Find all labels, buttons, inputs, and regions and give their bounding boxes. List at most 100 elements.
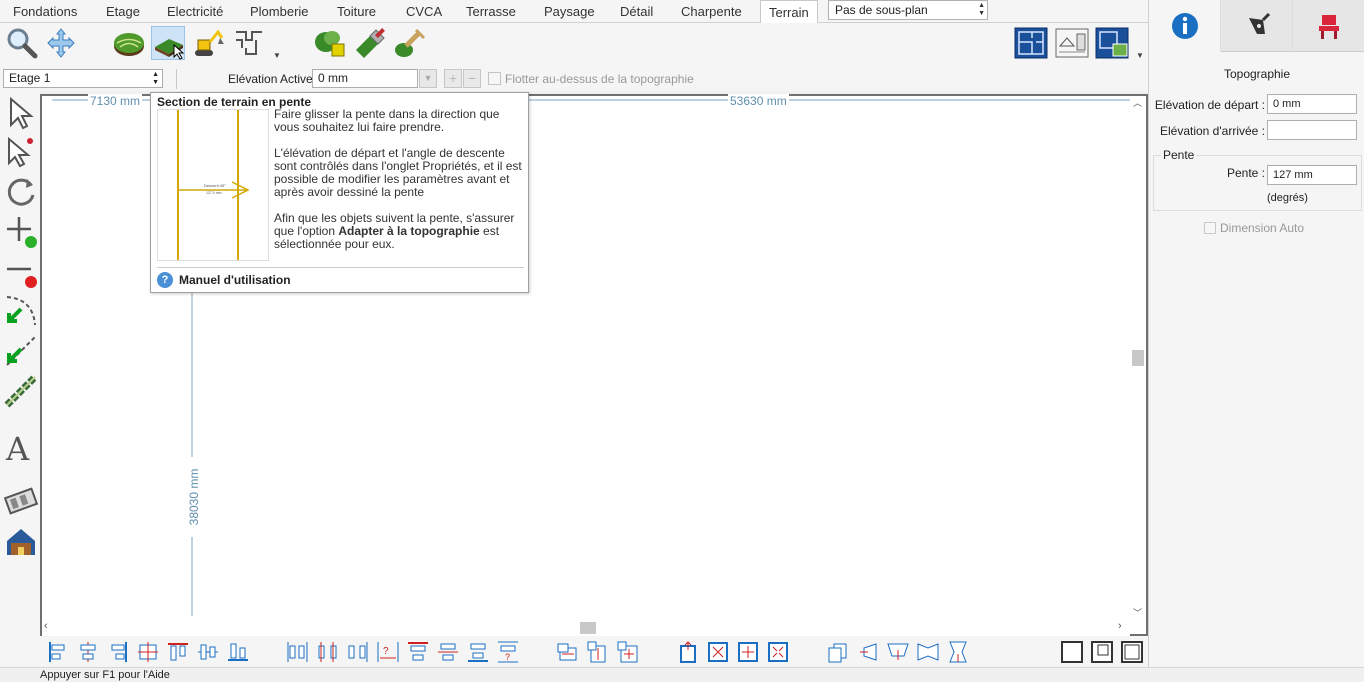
resize-v-icon[interactable] — [676, 640, 700, 664]
chevron-down-icon[interactable]: ▼ — [273, 51, 281, 60]
tab-detail[interactable]: Détail — [620, 0, 653, 23]
align-bottom-icon[interactable] — [226, 640, 250, 664]
auto-dimension-label: Dimension Auto — [1220, 221, 1305, 235]
film-icon[interactable] — [3, 483, 39, 519]
help-icon[interactable]: ? — [157, 272, 173, 288]
level-select[interactable]: Etage 1 ▲ ▼ — [3, 69, 163, 88]
preview-label: Descent 45° — [204, 183, 226, 188]
size-both-icon[interactable] — [616, 640, 640, 664]
distribute-h-icon[interactable] — [286, 640, 310, 664]
center-x-icon[interactable] — [706, 640, 730, 664]
svg-text:A: A — [5, 430, 30, 465]
mirror-h-icon[interactable] — [916, 640, 940, 664]
excavator-icon[interactable] — [191, 26, 225, 60]
slope-unit: (degrés) — [1267, 192, 1308, 204]
zoom-icon[interactable] — [4, 26, 38, 60]
end-elevation-input[interactable] — [1267, 120, 1357, 140]
align-top-edge-icon[interactable] — [406, 640, 430, 664]
elevation-dropdown-icon[interactable]: ▼ — [419, 69, 437, 88]
align-center-icon[interactable] — [76, 640, 100, 664]
chain-icon[interactable] — [3, 373, 39, 409]
tooltip-emphasis: Adapter à la topographie — [338, 224, 480, 238]
help-manual-link[interactable]: Manuel d'utilisation — [179, 273, 291, 287]
dimension-label: 7130 mm — [88, 94, 143, 108]
align-mid-edge-icon[interactable] — [436, 640, 460, 664]
path-icon[interactable] — [232, 26, 266, 60]
align-top-icon[interactable] — [166, 640, 190, 664]
tab-info[interactable] — [1149, 0, 1221, 52]
slope-label: Pente : — [1226, 166, 1265, 180]
vertical-scroll-thumb[interactable] — [1132, 350, 1144, 366]
auto-dimension-checkbox[interactable] — [1204, 222, 1216, 234]
elevation-plus-button[interactable]: + — [444, 69, 462, 88]
mirror-left-icon[interactable] — [856, 640, 880, 664]
slope-input[interactable]: 127 mm — [1267, 165, 1357, 185]
space-v-icon[interactable]: ? — [496, 640, 520, 664]
frame-overlay-icon[interactable] — [1090, 640, 1114, 664]
frame-outline-icon[interactable] — [1060, 640, 1084, 664]
align-right-icon[interactable] — [106, 640, 130, 664]
options-bar: Etage 1 ▲ ▼ Elévation Active: 0 mm ▼ + − … — [0, 67, 1148, 91]
tab-terrasse[interactable]: Terrasse — [466, 0, 516, 23]
rotate-icon[interactable] — [3, 173, 39, 209]
select-point-icon[interactable] — [3, 133, 39, 169]
scroll-down-icon[interactable]: ﹀ — [1133, 606, 1142, 619]
tab-chair[interactable] — [1293, 0, 1364, 52]
site-view-icon[interactable] — [1095, 26, 1129, 60]
mirror-up-icon[interactable] — [886, 640, 910, 664]
pan-icon[interactable] — [44, 26, 78, 60]
elevation-input[interactable]: 0 mm — [312, 69, 418, 88]
line-break-icon[interactable] — [3, 333, 39, 369]
add-point-icon[interactable] — [3, 213, 39, 249]
start-elevation-input[interactable]: 0 mm — [1267, 94, 1357, 114]
text-tool-icon[interactable]: A — [3, 429, 39, 468]
scroll-right-icon[interactable]: › — [1118, 620, 1122, 632]
tab-terrain[interactable]: Terrain — [760, 0, 818, 24]
distribute-center-icon[interactable] — [316, 640, 340, 664]
divider — [157, 267, 524, 268]
arc-break-icon[interactable] — [3, 293, 39, 329]
size-height-icon[interactable] — [586, 640, 610, 664]
tab-etage[interactable]: Etage — [106, 0, 140, 23]
align-bottom-edge-icon[interactable] — [466, 640, 490, 664]
tab-plomberie[interactable]: Plomberie — [250, 0, 309, 23]
tab-cvca[interactable]: CVCA — [406, 0, 442, 23]
float-checkbox[interactable] — [488, 72, 501, 85]
tab-electricite[interactable]: Electricité — [167, 0, 223, 23]
copy-icon[interactable] — [826, 640, 850, 664]
frame-corners-icon[interactable] — [1120, 640, 1144, 664]
slope-section-icon[interactable] — [151, 26, 185, 60]
paint-roller-icon[interactable] — [392, 26, 426, 60]
plant-icon[interactable] — [312, 26, 346, 60]
horizontal-scroll-thumb[interactable] — [580, 622, 596, 634]
mirror-v-icon[interactable] — [946, 640, 970, 664]
distribute-right-icon[interactable] — [346, 640, 370, 664]
center-plus-icon[interactable] — [736, 640, 760, 664]
tab-pen[interactable] — [1221, 0, 1293, 52]
scroll-left-icon[interactable]: ‹ — [44, 620, 48, 632]
house-icon[interactable] — [3, 523, 39, 559]
size-width-icon[interactable] — [556, 640, 580, 664]
tab-bar: Fondations Etage Electricité Plomberie T… — [0, 0, 1148, 24]
terrain-shape-icon[interactable] — [112, 26, 146, 60]
subplan-select[interactable]: Pas de sous-plan ▲ ▼ — [828, 0, 988, 20]
remove-point-icon[interactable] — [3, 253, 39, 289]
align-vcenter-icon[interactable] — [196, 640, 220, 664]
elevation-minus-button[interactable]: − — [463, 69, 481, 88]
align-middle-icon[interactable] — [136, 640, 160, 664]
elevation-label: Elévation Active: — [228, 72, 317, 86]
elevation-view-icon[interactable] — [1055, 26, 1089, 60]
tab-fondations[interactable]: Fondations — [13, 0, 77, 23]
svg-text:?: ? — [383, 646, 389, 657]
align-left-icon[interactable] — [46, 640, 70, 664]
brush-icon[interactable] — [352, 26, 386, 60]
tab-toiture[interactable]: Toiture — [337, 0, 376, 23]
plan-view-icon[interactable] — [1014, 26, 1048, 60]
select-arrow-icon[interactable] — [3, 95, 39, 131]
chevron-down-icon[interactable]: ▼ — [1136, 51, 1144, 60]
center-arrows-icon[interactable] — [766, 640, 790, 664]
tab-paysage[interactable]: Paysage — [544, 0, 595, 23]
tab-charpente[interactable]: Charpente — [681, 0, 742, 23]
scroll-up-icon[interactable]: ︿ — [1133, 96, 1142, 109]
space-h-icon[interactable]: ? — [376, 640, 400, 664]
